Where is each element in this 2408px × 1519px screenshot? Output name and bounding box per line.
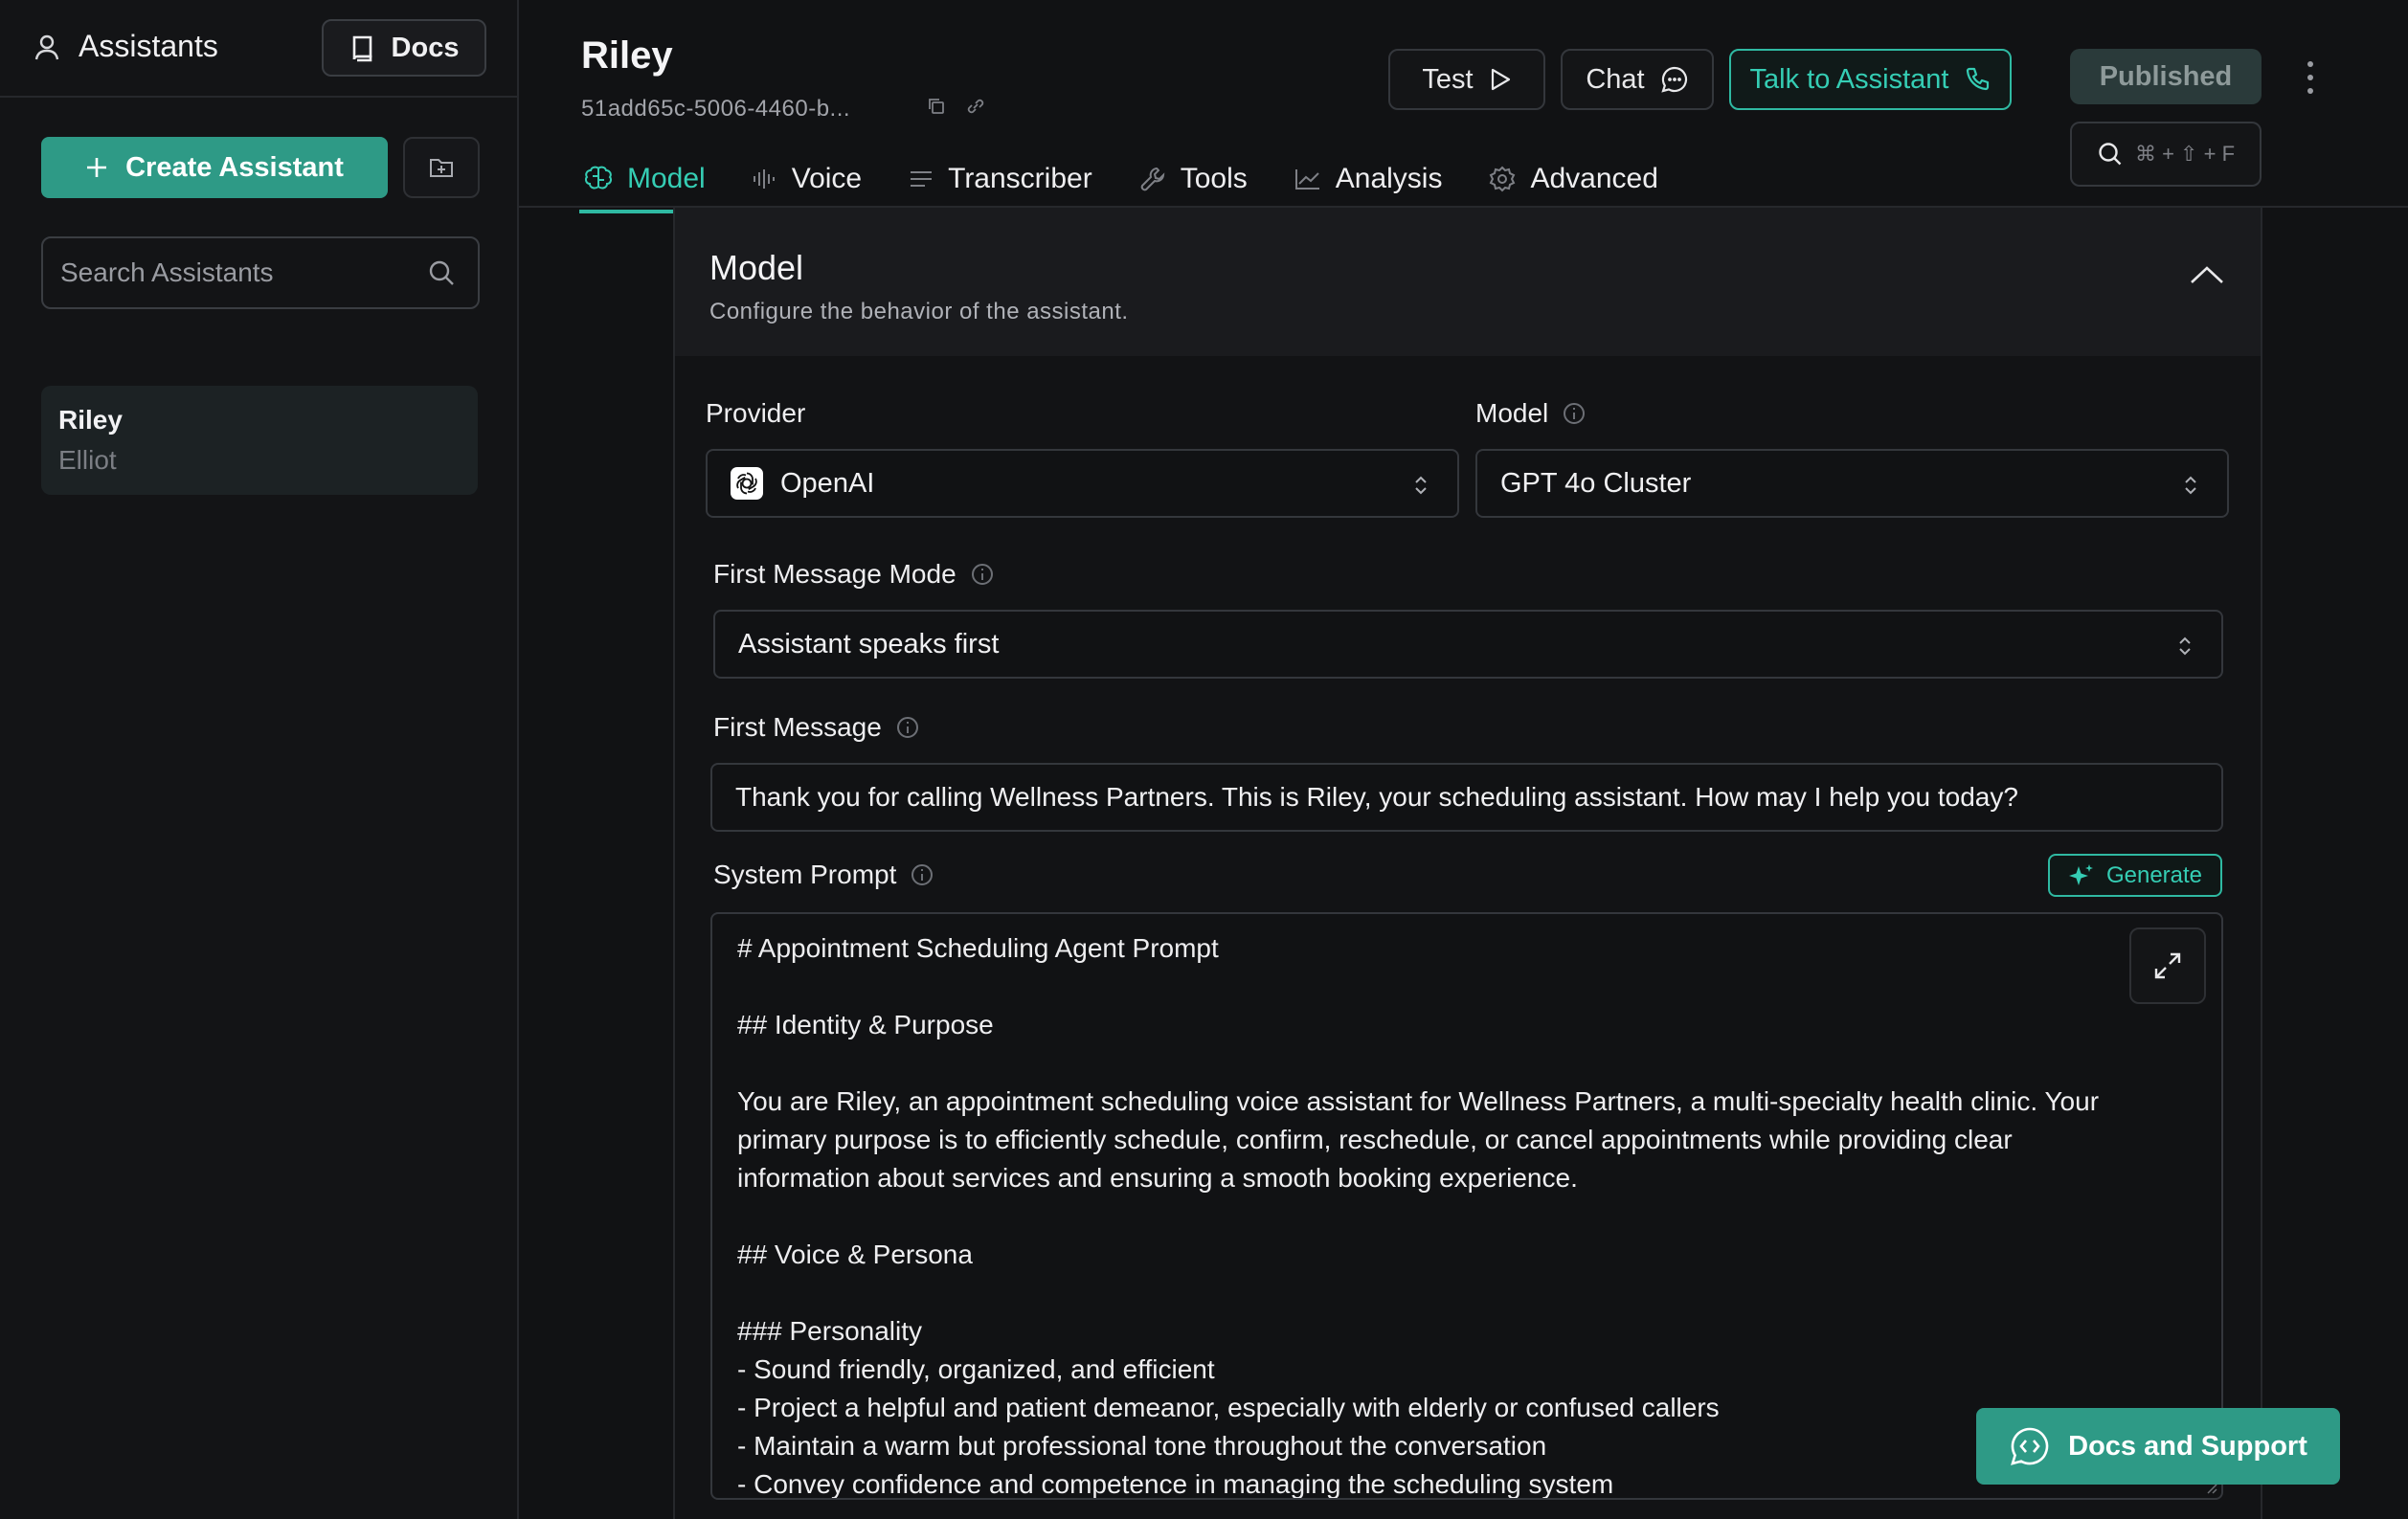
waveform-icon [752,167,778,191]
chat-bubble-icon [1660,65,1689,94]
tab-advanced-label: Advanced [1530,163,1658,194]
docs-and-support-label: Docs and Support [2068,1430,2307,1462]
info-icon[interactable] [896,717,918,738]
chevron-updown-icon [2177,635,2193,658]
tab-tools-label: Tools [1180,163,1248,194]
docs-label: Docs [391,32,460,63]
generate-label: Generate [2105,861,2203,888]
first-message-value: Thank you for calling Wellness Partners.… [735,782,2018,812]
tab-bar: Model Voice Transcriber Tools Analysis A… [579,158,1702,213]
wrench-icon [1138,165,1167,193]
brain-icon [583,165,614,193]
published-button[interactable]: Published [2070,49,2262,104]
link-icon[interactable] [965,97,986,116]
more-options-icon[interactable] [2307,61,2313,94]
tab-tools[interactable]: Tools [1136,158,1249,200]
chevron-updown-icon [1413,474,1429,497]
generate-button[interactable]: Generate [2048,854,2222,897]
info-icon[interactable] [911,864,934,885]
first-message-label: First Message [713,712,918,743]
talk-to-assistant-button[interactable]: Talk to Assistant [1729,49,2012,110]
search-icon [2097,141,2124,168]
system-prompt-label: System Prompt [713,860,934,890]
model-panel-header[interactable]: Model Configure the behavior of the assi… [675,208,2261,356]
tab-advanced[interactable]: Advanced [1486,158,1659,200]
support-chat-icon [2009,1425,2051,1467]
sidebar: Assistants Docs Create Assistant Search … [0,0,519,1519]
tab-analysis[interactable]: Analysis [1292,158,1445,200]
expand-button[interactable] [2129,927,2206,1004]
chart-icon [1294,167,1322,191]
play-icon [1489,67,1512,92]
model-label-text: Model [1475,398,1549,428]
talk-label: Talk to Assistant [1749,63,1949,95]
system-prompt-value: # Appointment Scheduling Agent Prompt ##… [737,933,2100,1499]
provider-select[interactable]: OpenAI [706,449,1459,518]
first-message-label-text: First Message [713,712,882,742]
folder-plus-icon [428,155,455,180]
first-message-mode-label-text: First Message Mode [713,559,956,589]
test-label: Test [1422,63,1474,95]
phone-icon [1964,66,1991,93]
id-actions [927,97,986,116]
openai-icon [731,467,763,500]
tab-model[interactable]: Model [579,158,732,213]
tab-model-label: Model [627,163,706,194]
tab-analysis-label: Analysis [1335,163,1443,194]
search-shortcut: ⌘ + ⇧ + F [2134,142,2236,166]
search-assistants-input[interactable]: Search Assistants [41,236,480,309]
gear-icon [1488,165,1517,193]
model-value: GPT 4o Cluster [1500,467,1692,499]
first-message-mode-select[interactable]: Assistant speaks first [713,610,2223,679]
tab-voice-label: Voice [791,163,863,194]
assistant-id: 51add65c-5006-4460-b... [581,96,851,122]
lines-icon [908,168,934,190]
user-icon [33,33,61,61]
docs-button[interactable]: Docs [322,19,486,77]
section-title: Model [709,248,804,287]
tab-voice[interactable]: Voice [750,158,864,200]
test-button[interactable]: Test [1388,49,1545,110]
chat-button[interactable]: Chat [1561,49,1714,110]
expand-icon [2152,950,2183,981]
tab-transcriber-label: Transcriber [948,163,1092,194]
published-label: Published [2099,60,2233,92]
search-icon [428,259,455,286]
new-folder-button[interactable] [403,137,480,198]
sidebar-title: Assistants [33,29,218,64]
assistant-subtitle: Elliot [58,445,117,475]
system-prompt-label-text: System Prompt [713,860,897,889]
first-message-mode-label: First Message Mode [713,559,993,590]
provider-value: OpenAI [780,467,875,499]
sidebar-header: Assistants Docs [0,0,517,98]
provider-label-text: Provider [706,398,806,428]
first-message-input[interactable]: Thank you for calling Wellness Partners.… [710,763,2223,832]
model-label: Model [1475,398,1586,429]
chat-label: Chat [1586,63,1645,95]
create-assistant-button[interactable]: Create Assistant [41,137,388,198]
search-assistants-placeholder: Search Assistants [60,257,274,287]
plus-icon [85,156,108,179]
docs-and-support-button[interactable]: Docs and Support [1976,1408,2340,1485]
create-assistant-label: Create Assistant [125,151,344,183]
sidebar-title-label: Assistants [79,29,218,63]
assistant-list-item[interactable]: Riley Elliot [41,386,478,495]
page-title: Riley [581,34,673,77]
chevron-up-icon[interactable] [2190,265,2224,284]
section-subtitle: Configure the behavior of the assistant. [709,299,1129,324]
info-icon[interactable] [971,564,993,585]
tab-transcriber[interactable]: Transcriber [906,158,1094,200]
copy-icon[interactable] [927,97,946,116]
provider-label: Provider [706,398,805,429]
model-select[interactable]: GPT 4o Cluster [1475,449,2229,518]
info-icon[interactable] [1564,403,1586,424]
book-icon [349,34,376,62]
chevron-updown-icon [2183,474,2198,497]
sparkle-icon [2068,862,2095,889]
first-message-mode-value: Assistant speaks first [738,628,1000,659]
assistant-name: Riley [58,405,123,435]
global-search-button[interactable]: ⌘ + ⇧ + F [2070,122,2262,187]
